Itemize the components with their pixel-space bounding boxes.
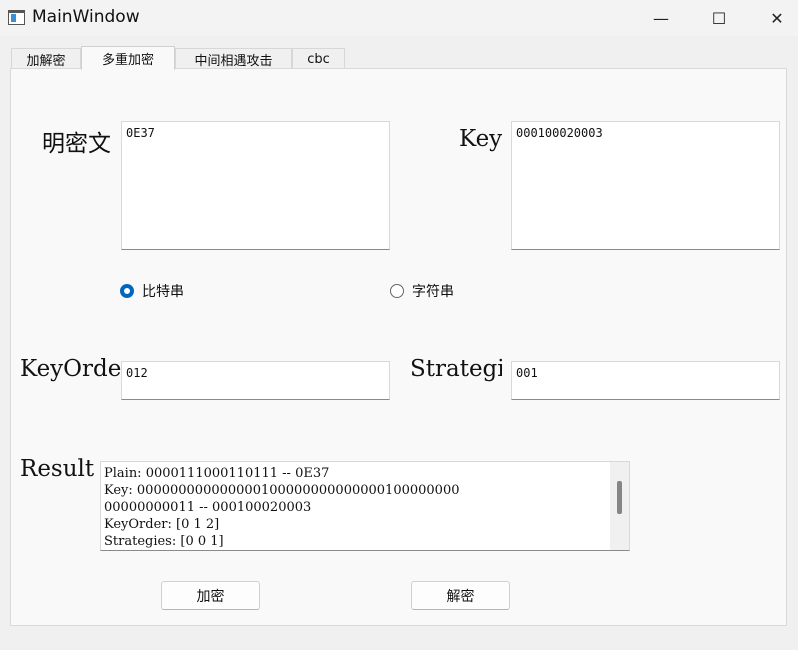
radio-unchecked-icon — [390, 284, 404, 298]
encrypt-button[interactable]: 加密 — [161, 581, 260, 610]
radio-checked-icon — [120, 284, 134, 298]
string-radio[interactable]: 字符串 — [390, 283, 454, 300]
result-line: Strategies: [0 0 1] — [104, 534, 224, 549]
plaintext-input[interactable]: 0E37 — [121, 121, 390, 250]
keyorder-input[interactable]: 012 — [121, 361, 390, 400]
strategy-label: Strategies — [410, 356, 502, 382]
strategy-input[interactable]: 001 — [511, 361, 780, 400]
app-window-icon — [8, 10, 25, 25]
string-radio-label: 字符串 — [412, 284, 454, 300]
close-icon[interactable]: ✕ — [749, 0, 798, 36]
tab-cbc[interactable]: cbc — [292, 48, 345, 69]
result-line: KeyOrder: [0 1 2] — [104, 517, 220, 532]
bitstring-radio[interactable]: 比特串 — [120, 283, 184, 300]
window-title: MainWindow — [32, 7, 140, 27]
decrypt-button[interactable]: 解密 — [411, 581, 510, 610]
bitstring-radio-label: 比特串 — [142, 284, 184, 300]
minimize-icon[interactable]: — — [633, 0, 689, 36]
tab-meet-in-middle[interactable]: 中间相遇攻击 — [175, 48, 292, 69]
tab-encrypt-decrypt[interactable]: 加解密 — [11, 48, 81, 69]
key-label: Key — [459, 126, 503, 152]
key-input[interactable]: 000100020003 — [511, 121, 780, 250]
maximize-icon[interactable]: ☐ — [691, 0, 747, 36]
tab-multi-encrypt[interactable]: 多重加密 — [81, 46, 175, 70]
result-line: Key: 00000000000000010000000000000010000… — [104, 483, 460, 498]
plaintext-label: 明密文 — [42, 131, 111, 157]
scrollbar-thumb[interactable] — [617, 481, 622, 514]
result-label: Result — [20, 456, 95, 482]
keyorder-label: KeyOrder — [20, 356, 121, 382]
result-output[interactable]: Plain: 0000111000110111 -- 0E37 Key: 000… — [100, 461, 630, 551]
result-line: Plain: 0000111000110111 -- 0E37 — [104, 466, 330, 481]
result-line: 00000000011 -- 000100020003 — [104, 500, 312, 515]
